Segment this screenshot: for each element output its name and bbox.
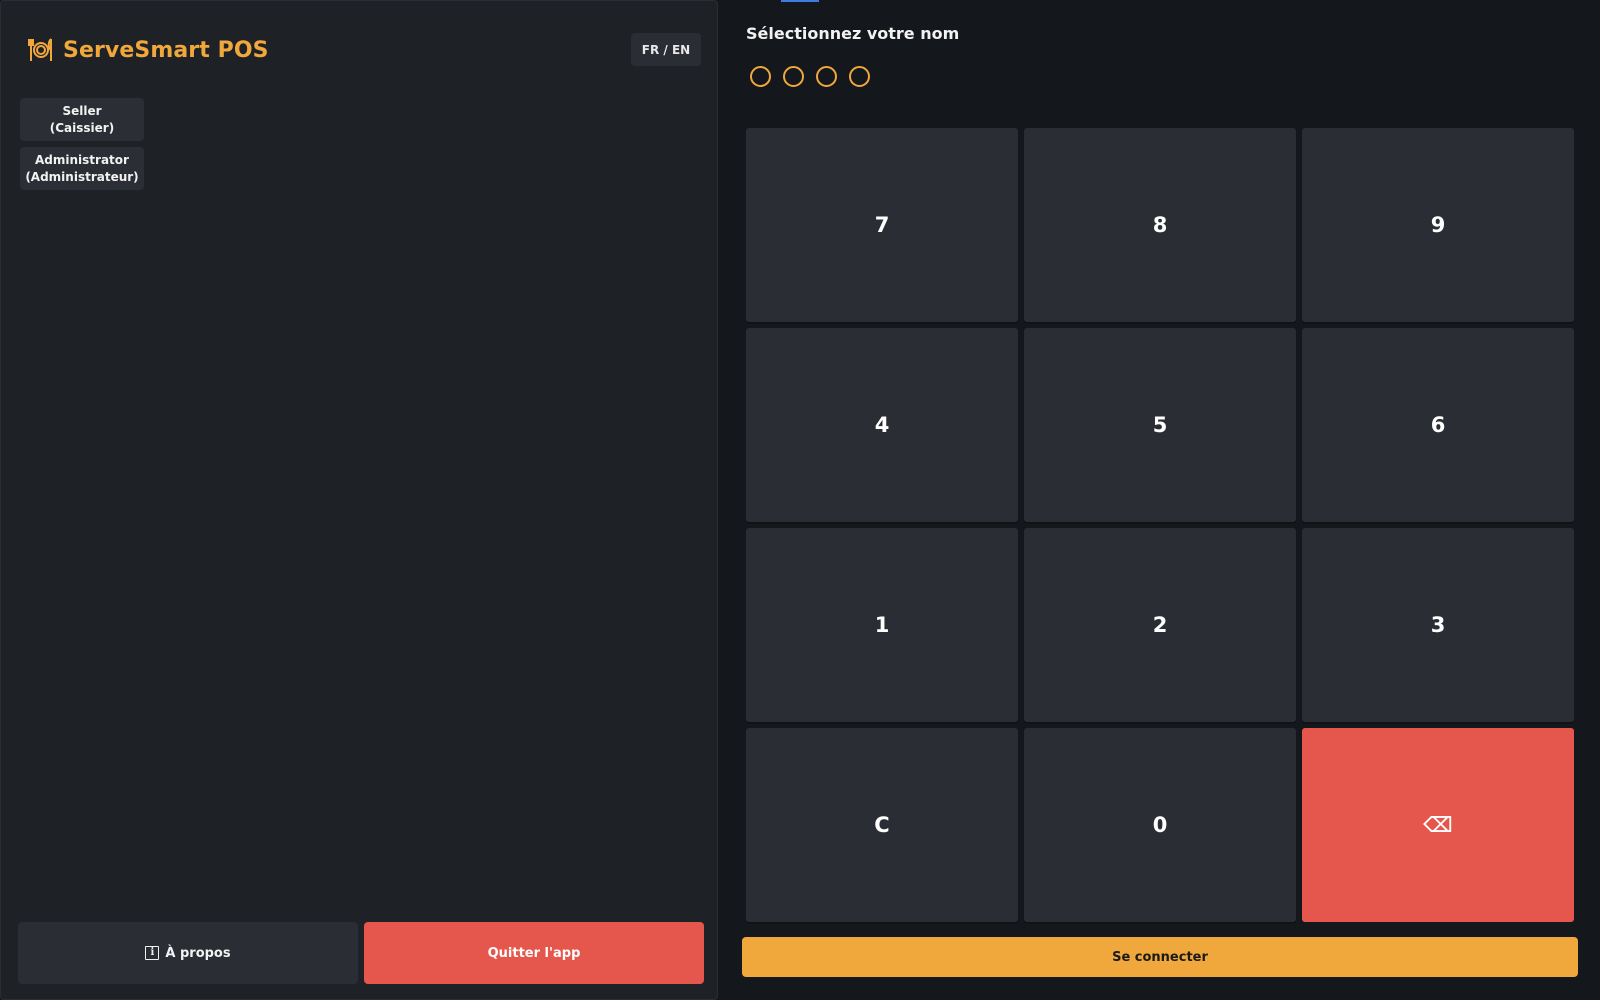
pin-dot [849,66,870,87]
user-name-label: Administrator [35,152,129,167]
user-role-label: (Administrateur) [25,169,139,184]
pin-dot [816,66,837,87]
language-toggle-button[interactable]: FR / EN [631,33,701,66]
key-0[interactable]: 0 [1024,728,1296,922]
brand: ServeSmart POS [27,34,269,66]
window-indicator [781,0,819,2]
key-7[interactable]: 7 [746,128,1018,322]
user-button-administrator[interactable]: Administrator (Administrateur) [20,147,144,190]
key-1[interactable]: 1 [746,528,1018,722]
numeric-keypad: 7 8 9 4 5 6 1 2 3 C 0 ⌫ [746,128,1574,922]
about-label: À propos [165,945,231,961]
info-icon: i [145,946,160,960]
key-3[interactable]: 3 [1302,528,1574,722]
key-4[interactable]: 4 [746,328,1018,522]
user-button-seller[interactable]: Seller (Caissier) [20,98,144,141]
backspace-key[interactable]: ⌫ [1302,728,1574,922]
pos-login-screen: ServeSmart POS FR / EN Seller (Caissier)… [0,0,1600,1000]
key-6[interactable]: 6 [1302,328,1574,522]
pin-dot [750,66,771,87]
user-selection-panel: ServeSmart POS FR / EN Seller (Caissier)… [0,0,718,1000]
key-2[interactable]: 2 [1024,528,1296,722]
key-9[interactable]: 9 [1302,128,1574,322]
user-role-label: (Caissier) [49,120,115,135]
key-5[interactable]: 5 [1024,328,1296,522]
pin-dot [783,66,804,87]
restaurant-plate-icon [27,36,55,64]
select-name-prompt: Sélectionnez votre nom [746,24,960,43]
key-8[interactable]: 8 [1024,128,1296,322]
user-name-label: Seller [62,103,102,118]
app-title: ServeSmart POS [63,37,269,63]
clear-key[interactable]: C [746,728,1018,922]
quit-app-button[interactable]: Quitter l'app [364,922,704,984]
pin-indicator [750,66,870,87]
login-button[interactable]: Se connecter [742,937,1578,977]
pin-entry-panel: Sélectionnez votre nom 7 8 9 4 5 6 1 2 3… [718,0,1600,1000]
about-button[interactable]: i À propos [18,922,358,984]
